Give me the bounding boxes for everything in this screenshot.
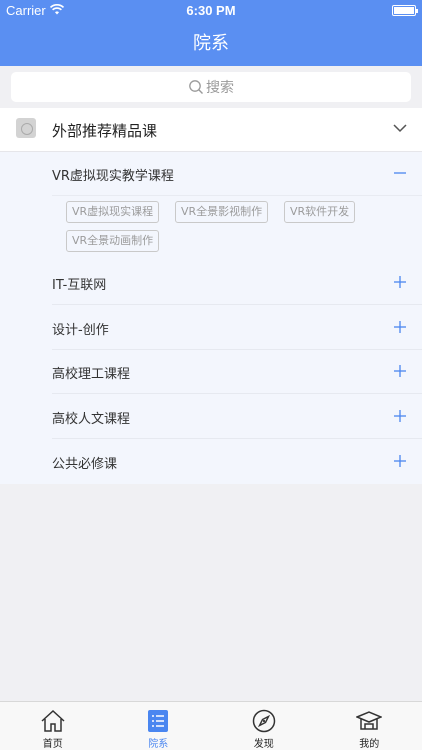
expand-icon bbox=[394, 365, 406, 377]
tab-home[interactable]: 首页 bbox=[0, 702, 106, 750]
nav-bar: 院系 bbox=[0, 22, 422, 66]
expand-icon bbox=[394, 455, 406, 467]
status-time: 6:30 PM bbox=[186, 3, 236, 18]
category-label: 公共必修课 bbox=[52, 457, 118, 472]
group-icon bbox=[16, 118, 36, 138]
tag-vr-course[interactable]: VR虚拟现实课程 bbox=[66, 201, 160, 223]
battery-icon bbox=[392, 5, 418, 16]
search-area: 搜索 bbox=[0, 66, 422, 106]
tab-discover[interactable]: 发现 bbox=[211, 702, 317, 750]
tab-label: 发现 bbox=[253, 739, 274, 750]
group-header[interactable]: 外部推荐精品课 bbox=[0, 108, 422, 152]
expand-icon bbox=[394, 321, 406, 333]
search-placeholder: 搜索 bbox=[206, 80, 234, 96]
group-title: 外部推荐精品课 bbox=[52, 122, 158, 140]
graduation-cap-icon bbox=[356, 711, 383, 730]
list-icon bbox=[148, 710, 169, 732]
category-row-required[interactable]: 公共必修课 bbox=[52, 440, 422, 484]
category-label: 设计-创作 bbox=[52, 323, 109, 338]
compass-icon bbox=[252, 709, 275, 733]
category-row-design[interactable]: 设计-创作 bbox=[52, 306, 422, 350]
search-input[interactable]: 搜索 bbox=[11, 72, 411, 102]
category-label: 高校人文课程 bbox=[52, 412, 131, 427]
category-label: 高校理工课程 bbox=[52, 367, 131, 382]
tag-vr-software[interactable]: VR软件开发 bbox=[284, 201, 356, 223]
expand-icon bbox=[394, 276, 406, 288]
page-title: 院系 bbox=[193, 33, 229, 54]
tag-vr-panorama-film[interactable]: VR全景影视制作 bbox=[175, 201, 269, 223]
tag-vr-panorama-animation[interactable]: VR全景动画制作 bbox=[66, 230, 160, 252]
category-row-science[interactable]: 高校理工课程 bbox=[52, 350, 422, 394]
category-row-it[interactable]: IT-互联网 bbox=[52, 261, 422, 305]
chevron-down-icon bbox=[393, 124, 407, 133]
home-icon bbox=[41, 709, 65, 732]
tab-mine[interactable]: 我的 bbox=[317, 702, 422, 750]
tab-label: 院系 bbox=[148, 739, 169, 750]
search-icon bbox=[189, 80, 203, 94]
tab-departments[interactable]: 院系 bbox=[106, 702, 212, 750]
category-label: IT-互联网 bbox=[52, 278, 107, 293]
tab-bar: 首页 院系 发现 我的 bbox=[0, 701, 422, 750]
expand-icon bbox=[394, 410, 406, 422]
category-row-humanities[interactable]: 高校人文课程 bbox=[52, 395, 422, 439]
collapse-icon bbox=[394, 172, 406, 174]
category-row-vr[interactable]: VR虚拟现实教学课程 bbox=[52, 152, 422, 196]
tab-label: 我的 bbox=[359, 739, 380, 750]
status-bar: Carrier 6:30 PM bbox=[0, 0, 422, 22]
tab-label: 首页 bbox=[42, 739, 63, 750]
category-label: VR虚拟现实教学课程 bbox=[52, 169, 174, 184]
